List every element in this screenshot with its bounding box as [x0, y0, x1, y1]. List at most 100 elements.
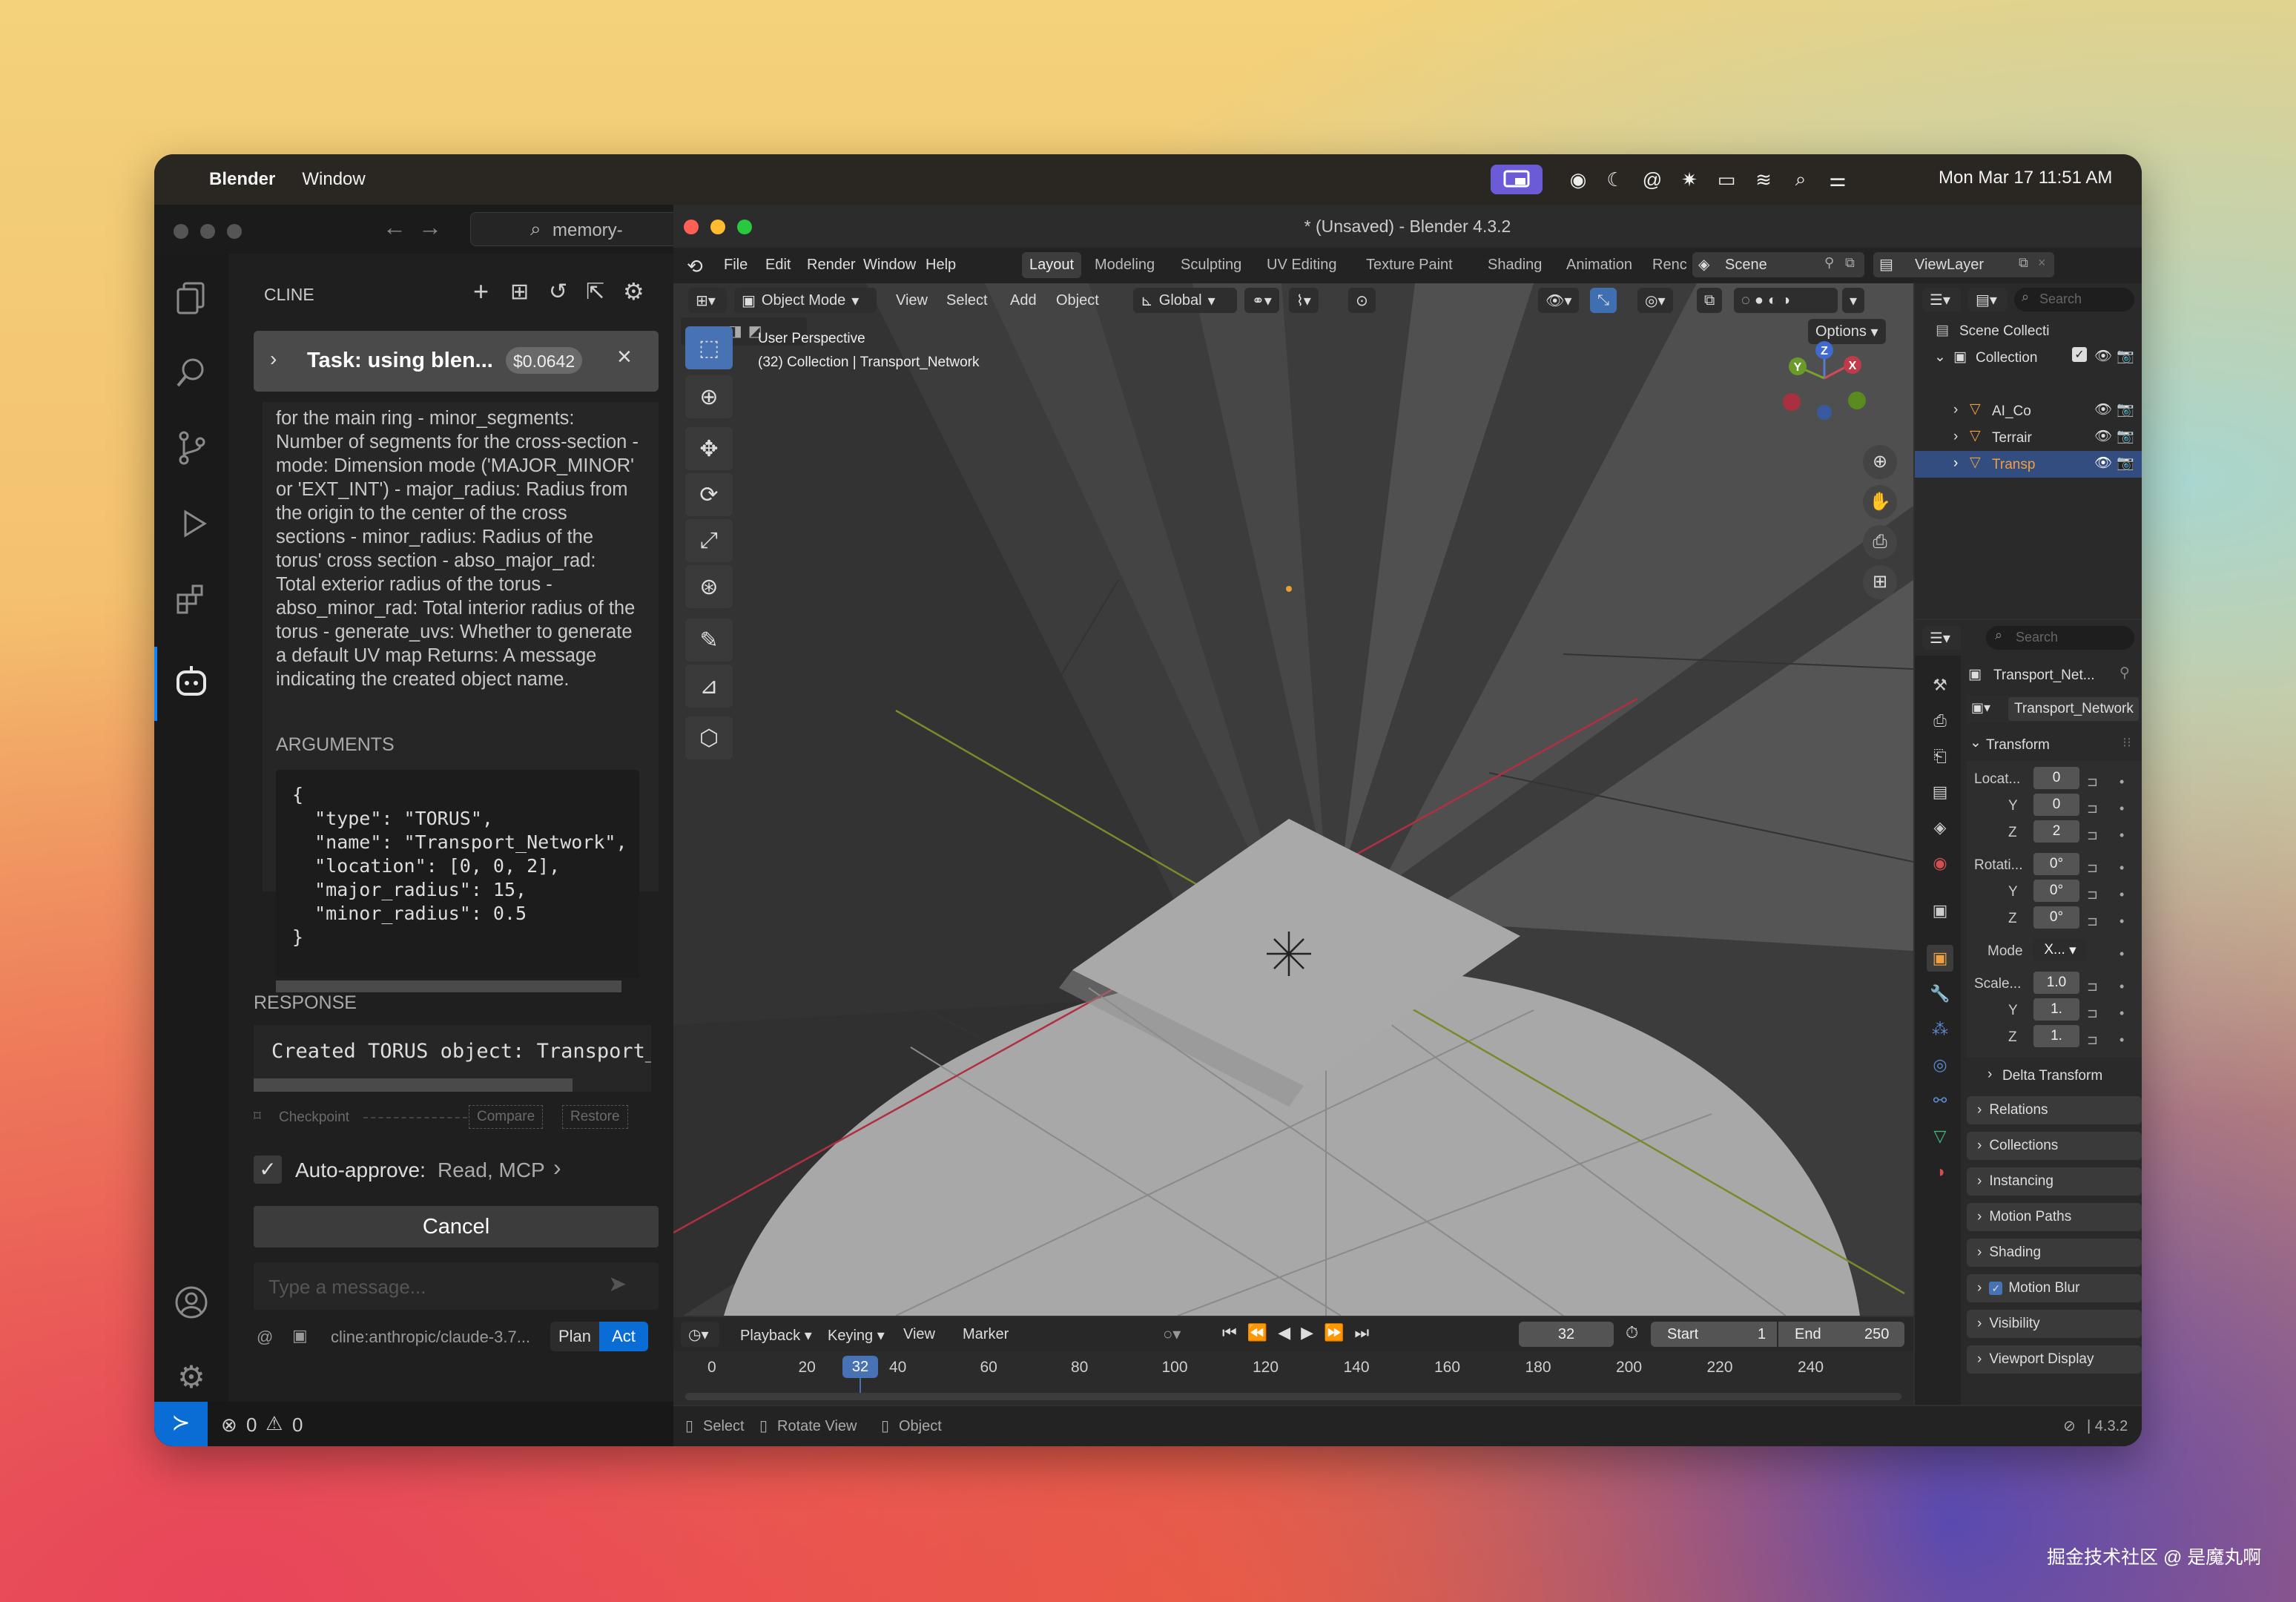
window-zoom-button[interactable]: [227, 224, 242, 239]
object-tab-icon[interactable]: ▣: [1927, 945, 1953, 972]
properties-search[interactable]: ⌕ Search: [1986, 626, 2134, 650]
scale-z-field[interactable]: 1.: [2033, 1025, 2079, 1047]
lock-icon[interactable]: ⊐: [2087, 1026, 2098, 1053]
ortho-toggle-icon[interactable]: ⊞: [1863, 565, 1897, 599]
compare-button[interactable]: Compare: [469, 1105, 544, 1129]
error-count[interactable]: 0: [246, 1414, 257, 1437]
lock-icon[interactable]: ⊐: [2087, 854, 2098, 881]
keyframe-dot-icon[interactable]: •: [2119, 1000, 2124, 1026]
menu-edit[interactable]: Edit: [765, 257, 791, 274]
menu-playback[interactable]: Playback ▾: [740, 1326, 812, 1345]
object-selector-icon[interactable]: ▣▾: [1971, 700, 1990, 716]
motion-blur-checkbox[interactable]: ✓: [1989, 1282, 2003, 1295]
menu-object[interactable]: Object: [1056, 292, 1099, 309]
menu-marker[interactable]: Marker: [963, 1326, 1009, 1343]
transform-panel-header[interactable]: ⌄ Transform ⁝⁝: [1967, 730, 2142, 759]
lock-icon[interactable]: ⊐: [2087, 1000, 2098, 1026]
camera-icon[interactable]: 📷: [2117, 347, 2134, 365]
menu-add[interactable]: Add: [1010, 292, 1037, 309]
overlay-toggle-icon[interactable]: ◎▾: [1637, 288, 1673, 313]
keyframe-dot-icon[interactable]: •: [2119, 854, 2124, 881]
rotate-tool-icon[interactable]: ⟳: [685, 473, 733, 516]
act-mode-toggle[interactable]: Act: [599, 1322, 648, 1351]
navigation-gizmo[interactable]: Z X Y: [1778, 332, 1870, 424]
settings-gear-icon[interactable]: ⚙: [623, 277, 644, 306]
panel-motion-blur[interactable]: › ✓ Motion Blur: [1967, 1274, 2142, 1302]
rotation-z-field[interactable]: 0°: [2033, 906, 2079, 929]
menubar-clock[interactable]: Mon Mar 17 11:51 AM: [1939, 168, 2112, 188]
panel-motion-paths[interactable]: › Motion Paths: [1967, 1203, 2142, 1231]
shading-options-icon[interactable]: ▾: [1842, 288, 1865, 313]
explorer-icon[interactable]: [169, 276, 214, 320]
keyframe-dot-icon[interactable]: •: [2119, 1026, 2124, 1053]
account-icon[interactable]: [169, 1280, 214, 1325]
menu-window[interactable]: Window: [302, 169, 365, 190]
view-layer-tab-icon[interactable]: ▤: [1927, 779, 1953, 805]
outliner-search[interactable]: ⌕ Search: [2014, 288, 2134, 312]
render-tab-icon[interactable]: ⎙: [1927, 708, 1953, 734]
panel-viewport-display[interactable]: › Viewport Display: [1967, 1345, 2142, 1374]
chevron-right-icon[interactable]: ›: [1987, 1067, 1992, 1083]
error-icon[interactable]: ⊗: [221, 1414, 237, 1437]
keyframe-dot-icon[interactable]: •: [2119, 795, 2124, 822]
move-tool-icon[interactable]: ✥: [685, 427, 733, 470]
object-name-field[interactable]: Transport_Network: [2008, 697, 2139, 721]
remove-view-layer-icon[interactable]: ×: [2038, 255, 2046, 271]
new-view-layer-icon[interactable]: ⧉: [2019, 255, 2028, 271]
camera-icon[interactable]: 📷: [2117, 427, 2134, 445]
run-debug-icon[interactable]: [169, 501, 214, 546]
chevron-right-icon[interactable]: ›: [270, 347, 277, 371]
scale-tool-icon[interactable]: ⤢: [685, 519, 733, 562]
xray-toggle-icon[interactable]: ⧉: [1697, 288, 1723, 313]
screen-share-icon[interactable]: [1491, 165, 1543, 194]
source-control-icon[interactable]: [169, 426, 214, 470]
panel-visibility[interactable]: › Visibility: [1967, 1310, 2142, 1338]
transform-tool-icon[interactable]: ⊛: [685, 565, 733, 608]
menu-keying[interactable]: Keying ▾: [828, 1326, 885, 1345]
plan-mode-toggle[interactable]: Plan: [550, 1322, 599, 1351]
panel-shading[interactable]: › Shading: [1967, 1239, 2142, 1267]
keyframe-dot-icon[interactable]: •: [2119, 768, 2124, 795]
window-close-button[interactable]: [174, 224, 188, 239]
auto-approve-row[interactable]: ✓ Auto-approve: Read, MCP ›: [254, 1153, 659, 1190]
collection-tab-icon[interactable]: ▣: [1927, 897, 1953, 924]
chevron-right-icon[interactable]: ›: [1977, 1138, 1982, 1154]
constraints-tab-icon[interactable]: ⚯: [1927, 1087, 1953, 1114]
model-selector[interactable]: cline:anthropic/claude-3.7...: [331, 1328, 530, 1347]
cline-robot-icon[interactable]: [169, 659, 214, 703]
start-frame-field[interactable]: Start 1: [1651, 1322, 1777, 1347]
menu-select[interactable]: Select: [946, 292, 988, 309]
mode-selector[interactable]: ▣ Object Mode ▾: [734, 288, 877, 313]
lock-icon[interactable]: ⊐: [2087, 908, 2098, 934]
code-scrollbar[interactable]: [276, 980, 621, 992]
outliner-item-ai[interactable]: › ▽ AI_Co 👁 📷: [1915, 398, 2142, 424]
blender-logo-icon[interactable]: ⟲: [687, 255, 703, 278]
delta-transform-header[interactable]: › Delta Transform: [1967, 1061, 2142, 1090]
scene-tab-icon[interactable]: ◈: [1927, 814, 1953, 841]
back-arrow-icon[interactable]: ←: [383, 214, 406, 241]
outliner-scene-collection[interactable]: ▤ Scene Collecti: [1915, 317, 2142, 344]
image-icon[interactable]: ▣: [292, 1326, 308, 1345]
command-center-search[interactable]: ⌕ memory-: [470, 212, 685, 246]
camera-icon[interactable]: 📷: [2117, 454, 2134, 472]
stopwatch-icon[interactable]: ⏱: [1626, 1323, 1638, 1342]
pin-icon[interactable]: ⚲: [1824, 255, 1834, 271]
search-icon[interactable]: [169, 350, 214, 395]
menu-view[interactable]: View: [896, 292, 928, 309]
add-cube-tool-icon[interactable]: ⬡: [685, 716, 733, 759]
tab-modeling[interactable]: Modeling: [1095, 257, 1155, 274]
viewport-scene[interactable]: [673, 283, 1913, 1316]
chevron-right-icon[interactable]: ›: [1977, 1173, 1982, 1190]
outliner-editor-icon[interactable]: ☰▾: [1922, 288, 1961, 312]
timeline-editor-icon[interactable]: ◷▾: [681, 1322, 719, 1347]
measure-tool-icon[interactable]: ⊿: [685, 665, 733, 708]
timeline-scrollbar[interactable]: [685, 1393, 1901, 1400]
chevron-right-icon[interactable]: ›: [1977, 1245, 1982, 1261]
outliner-collection[interactable]: ⌄ ▣ Collection ✓ 👁 📷: [1915, 344, 2142, 371]
camera-view-icon[interactable]: ⎙: [1863, 525, 1897, 559]
panel-instancing[interactable]: › Instancing: [1967, 1167, 2142, 1196]
eye-icon[interactable]: 👁: [2094, 347, 2112, 365]
zoom-icon[interactable]: ⊕: [1863, 445, 1897, 479]
lock-icon[interactable]: ⊐: [2087, 822, 2098, 848]
scale-y-field[interactable]: 1.: [2033, 998, 2079, 1021]
